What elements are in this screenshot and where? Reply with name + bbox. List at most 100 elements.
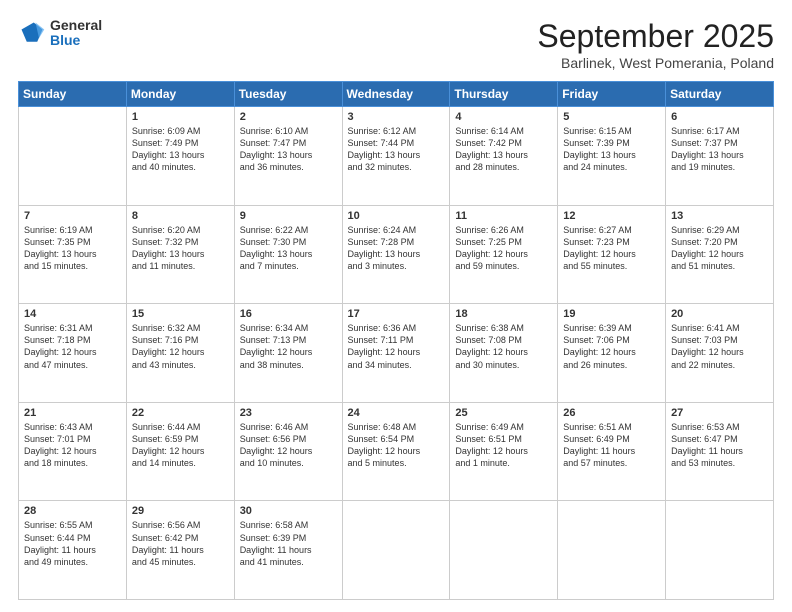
day-info-line: Sunrise: 6:36 AM — [348, 322, 445, 334]
calendar-cell: 20Sunrise: 6:41 AMSunset: 7:03 PMDayligh… — [666, 304, 774, 403]
calendar-cell — [666, 501, 774, 600]
day-info-line: Sunset: 7:28 PM — [348, 236, 445, 248]
day-number: 12 — [563, 210, 660, 222]
calendar-cell: 3Sunrise: 6:12 AMSunset: 7:44 PMDaylight… — [342, 107, 450, 206]
day-info-line: Daylight: 11 hours — [24, 544, 121, 556]
day-number: 20 — [671, 308, 768, 320]
logo-text: General Blue — [50, 18, 102, 49]
day-number: 9 — [240, 210, 337, 222]
calendar-cell: 15Sunrise: 6:32 AMSunset: 7:16 PMDayligh… — [126, 304, 234, 403]
calendar-cell: 4Sunrise: 6:14 AMSunset: 7:42 PMDaylight… — [450, 107, 558, 206]
day-info-line: Sunset: 6:56 PM — [240, 433, 337, 445]
day-info-line: Sunset: 7:23 PM — [563, 236, 660, 248]
day-number: 23 — [240, 407, 337, 419]
day-info-line: Daylight: 12 hours — [455, 248, 552, 260]
day-number: 14 — [24, 308, 121, 320]
day-number: 29 — [132, 505, 229, 517]
day-info-line: Daylight: 13 hours — [455, 149, 552, 161]
calendar-cell: 12Sunrise: 6:27 AMSunset: 7:23 PMDayligh… — [558, 205, 666, 304]
day-info-line: Sunrise: 6:10 AM — [240, 125, 337, 137]
day-number: 22 — [132, 407, 229, 419]
day-info-line: and 53 minutes. — [671, 457, 768, 469]
day-info-line: Daylight: 12 hours — [455, 445, 552, 457]
weekday-header-friday: Friday — [558, 82, 666, 107]
calendar-cell: 18Sunrise: 6:38 AMSunset: 7:08 PMDayligh… — [450, 304, 558, 403]
day-info-line: Daylight: 13 hours — [348, 149, 445, 161]
calendar-week-row: 7Sunrise: 6:19 AMSunset: 7:35 PMDaylight… — [19, 205, 774, 304]
day-number: 6 — [671, 111, 768, 123]
calendar-cell: 17Sunrise: 6:36 AMSunset: 7:11 PMDayligh… — [342, 304, 450, 403]
day-number: 17 — [348, 308, 445, 320]
day-info-line: Sunrise: 6:58 AM — [240, 519, 337, 531]
day-info-line: Sunrise: 6:34 AM — [240, 322, 337, 334]
day-info-line: Sunset: 7:03 PM — [671, 334, 768, 346]
day-info-line: and 11 minutes. — [132, 260, 229, 272]
day-info-line: Sunset: 6:42 PM — [132, 532, 229, 544]
day-info-line: Daylight: 12 hours — [563, 346, 660, 358]
calendar-cell — [558, 501, 666, 600]
day-info-line: Sunset: 7:35 PM — [24, 236, 121, 248]
day-info-line: and 19 minutes. — [671, 161, 768, 173]
day-info-line: and 24 minutes. — [563, 161, 660, 173]
calendar-cell: 6Sunrise: 6:17 AMSunset: 7:37 PMDaylight… — [666, 107, 774, 206]
day-info-line: and 41 minutes. — [240, 556, 337, 568]
day-info-line: Daylight: 12 hours — [24, 346, 121, 358]
day-info-line: and 40 minutes. — [132, 161, 229, 173]
calendar-week-row: 1Sunrise: 6:09 AMSunset: 7:49 PMDaylight… — [19, 107, 774, 206]
day-info-line: Daylight: 11 hours — [563, 445, 660, 457]
calendar-cell — [342, 501, 450, 600]
calendar-header-row: SundayMondayTuesdayWednesdayThursdayFrid… — [19, 82, 774, 107]
day-info-line: Daylight: 12 hours — [24, 445, 121, 457]
day-info-line: Daylight: 13 hours — [348, 248, 445, 260]
day-number: 18 — [455, 308, 552, 320]
day-info-line: and 7 minutes. — [240, 260, 337, 272]
location: Barlinek, West Pomerania, Poland — [537, 55, 774, 71]
day-info-line: Sunset: 7:01 PM — [24, 433, 121, 445]
day-info-line: Sunrise: 6:49 AM — [455, 421, 552, 433]
calendar-cell: 10Sunrise: 6:24 AMSunset: 7:28 PMDayligh… — [342, 205, 450, 304]
day-info-line: and 45 minutes. — [132, 556, 229, 568]
calendar-cell: 5Sunrise: 6:15 AMSunset: 7:39 PMDaylight… — [558, 107, 666, 206]
day-number: 27 — [671, 407, 768, 419]
calendar-cell: 11Sunrise: 6:26 AMSunset: 7:25 PMDayligh… — [450, 205, 558, 304]
day-info-line: Sunset: 7:44 PM — [348, 137, 445, 149]
calendar-cell: 19Sunrise: 6:39 AMSunset: 7:06 PMDayligh… — [558, 304, 666, 403]
calendar-cell: 25Sunrise: 6:49 AMSunset: 6:51 PMDayligh… — [450, 402, 558, 501]
day-info-line: Sunrise: 6:38 AM — [455, 322, 552, 334]
day-info-line: and 14 minutes. — [132, 457, 229, 469]
calendar-cell: 21Sunrise: 6:43 AMSunset: 7:01 PMDayligh… — [19, 402, 127, 501]
day-info-line: Sunrise: 6:24 AM — [348, 224, 445, 236]
day-info-line: and 30 minutes. — [455, 359, 552, 371]
day-info-line: Sunrise: 6:53 AM — [671, 421, 768, 433]
day-info-line: and 26 minutes. — [563, 359, 660, 371]
day-info-line: and 59 minutes. — [455, 260, 552, 272]
calendar-cell: 30Sunrise: 6:58 AMSunset: 6:39 PMDayligh… — [234, 501, 342, 600]
day-info-line: Sunset: 7:08 PM — [455, 334, 552, 346]
day-info-line: Sunrise: 6:15 AM — [563, 125, 660, 137]
calendar-cell: 27Sunrise: 6:53 AMSunset: 6:47 PMDayligh… — [666, 402, 774, 501]
day-info-line: Sunrise: 6:32 AM — [132, 322, 229, 334]
day-info-line: and 1 minute. — [455, 457, 552, 469]
day-info-line: and 55 minutes. — [563, 260, 660, 272]
calendar-cell: 22Sunrise: 6:44 AMSunset: 6:59 PMDayligh… — [126, 402, 234, 501]
calendar-cell: 7Sunrise: 6:19 AMSunset: 7:35 PMDaylight… — [19, 205, 127, 304]
day-info-line: Daylight: 13 hours — [240, 149, 337, 161]
day-info-line: Sunrise: 6:29 AM — [671, 224, 768, 236]
day-number: 19 — [563, 308, 660, 320]
day-info-line: Daylight: 13 hours — [240, 248, 337, 260]
logo-blue-text: Blue — [50, 33, 102, 48]
day-info-line: Daylight: 11 hours — [240, 544, 337, 556]
day-info-line: Daylight: 13 hours — [132, 149, 229, 161]
day-info-line: Daylight: 12 hours — [132, 346, 229, 358]
day-info-line: and 36 minutes. — [240, 161, 337, 173]
day-info-line: Daylight: 13 hours — [132, 248, 229, 260]
day-number: 8 — [132, 210, 229, 222]
day-info-line: Sunset: 7:25 PM — [455, 236, 552, 248]
calendar-cell: 1Sunrise: 6:09 AMSunset: 7:49 PMDaylight… — [126, 107, 234, 206]
day-info-line: Sunset: 6:54 PM — [348, 433, 445, 445]
day-info-line: Sunrise: 6:55 AM — [24, 519, 121, 531]
day-info-line: Sunset: 6:49 PM — [563, 433, 660, 445]
day-info-line: Sunrise: 6:20 AM — [132, 224, 229, 236]
calendar-cell: 14Sunrise: 6:31 AMSunset: 7:18 PMDayligh… — [19, 304, 127, 403]
day-info-line: Sunset: 7:37 PM — [671, 137, 768, 149]
